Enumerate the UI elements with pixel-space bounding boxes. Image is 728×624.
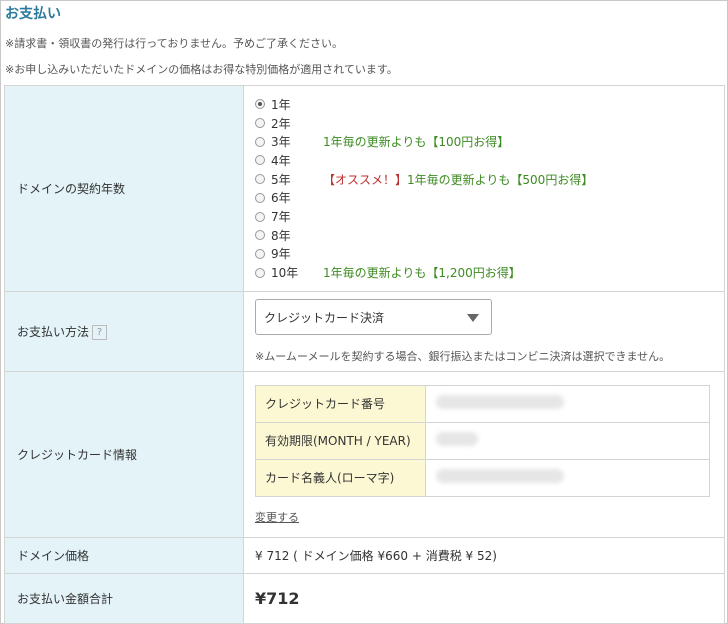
year-option-7[interactable]: 7年	[255, 207, 724, 226]
year-option-10[interactable]: 10年 1年毎の更新よりも【1,200円お得】	[255, 263, 724, 282]
price-note: ※お申し込みいただいたドメインの価格はお得な特別価格が適用されています。	[5, 63, 398, 76]
radio-icon[interactable]	[255, 267, 265, 278]
payment-panel: お支払い ※請求書・領収書の発行は行っておりません。予めご了承ください。 ※お申…	[0, 0, 728, 624]
card-expiry-value	[425, 421, 710, 460]
card-holder-label: カード名義人(ローマ字)	[255, 458, 426, 497]
payment-method-label: お支払い方法?	[4, 291, 244, 372]
change-card-link[interactable]: 変更する	[255, 509, 299, 525]
recommend-badge: 【オススメ！】	[323, 172, 408, 187]
card-info-cell: クレジットカード番号 有効期限(MONTH / YEAR) カード名義人(ローマ…	[243, 371, 725, 538]
radio-icon[interactable]	[255, 118, 265, 129]
total-cell: ¥712	[243, 573, 725, 624]
domain-price-label: ドメイン価格	[4, 537, 244, 574]
year-option-8[interactable]: 8年	[255, 226, 724, 245]
contract-years-label: ドメインの契約年数	[4, 85, 244, 292]
card-holder-value	[425, 458, 710, 497]
year-discount-note: 1年毎の更新よりも【1,200円お得】	[323, 266, 521, 281]
domain-price-value: ¥ 712 ( ドメイン価格 ¥660 + 消費税 ¥ 52)	[243, 537, 725, 574]
radio-icon[interactable]	[255, 211, 265, 222]
year-option-9[interactable]: 9年	[255, 245, 724, 264]
card-number-label: クレジットカード番号	[255, 384, 426, 423]
dropdown-arrow-icon	[467, 314, 479, 322]
radio-icon[interactable]	[255, 99, 265, 110]
payment-method-note: ※ムームーメールを契約する場合、銀行振込またはコンビニ決済は選択できません。	[255, 350, 671, 363]
year-discount-note: 1年毎の更新よりも【100円お得】	[323, 135, 510, 150]
year-option-6[interactable]: 6年	[255, 189, 724, 208]
year-option-3[interactable]: 3年 1年毎の更新よりも【100円お得】	[255, 132, 724, 151]
card-info-label: クレジットカード情報	[4, 371, 244, 538]
card-expiry-label: 有効期限(MONTH / YEAR)	[255, 421, 426, 460]
help-icon[interactable]: ?	[92, 325, 108, 340]
radio-icon[interactable]	[255, 248, 265, 259]
payment-method-select[interactable]: クレジットカード決済	[255, 299, 492, 335]
masked-value	[436, 395, 564, 409]
page-title: お支払い	[5, 6, 61, 22]
masked-value	[436, 469, 564, 483]
year-discount-note: 【オススメ！】1年毎の更新よりも【500円お得】	[323, 172, 594, 187]
year-option-5[interactable]: 5年 【オススメ！】1年毎の更新よりも【500円お得】	[255, 170, 724, 189]
radio-icon[interactable]	[255, 155, 265, 166]
invoice-note: ※請求書・領収書の発行は行っておりません。予めご了承ください。	[5, 37, 344, 50]
total-label: お支払い金額合計	[4, 573, 244, 624]
payment-method-cell: クレジットカード決済 ※ムームーメールを契約する場合、銀行振込またはコンビニ決済…	[243, 291, 725, 372]
total-amount: ¥712	[255, 589, 300, 608]
year-option-2[interactable]: 2年	[255, 114, 724, 133]
radio-icon[interactable]	[255, 192, 265, 203]
year-option-4[interactable]: 4年	[255, 151, 724, 170]
radio-icon[interactable]	[255, 136, 265, 147]
year-option-1[interactable]: 1年	[255, 95, 724, 114]
contract-years-options: 1年 2年 3年 1年毎の更新よりも【100円お得】 4年 5年 【オススメ！】…	[243, 85, 725, 292]
card-number-value	[425, 384, 710, 423]
payment-form: ドメインの契約年数 1年 2年 3年 1年毎の更新よりも【100円お得】 4年 …	[4, 85, 725, 624]
card-info-table: クレジットカード番号 有効期限(MONTH / YEAR) カード名義人(ローマ…	[255, 384, 710, 497]
radio-icon[interactable]	[255, 230, 265, 241]
masked-value	[436, 432, 478, 446]
radio-icon[interactable]	[255, 174, 265, 185]
